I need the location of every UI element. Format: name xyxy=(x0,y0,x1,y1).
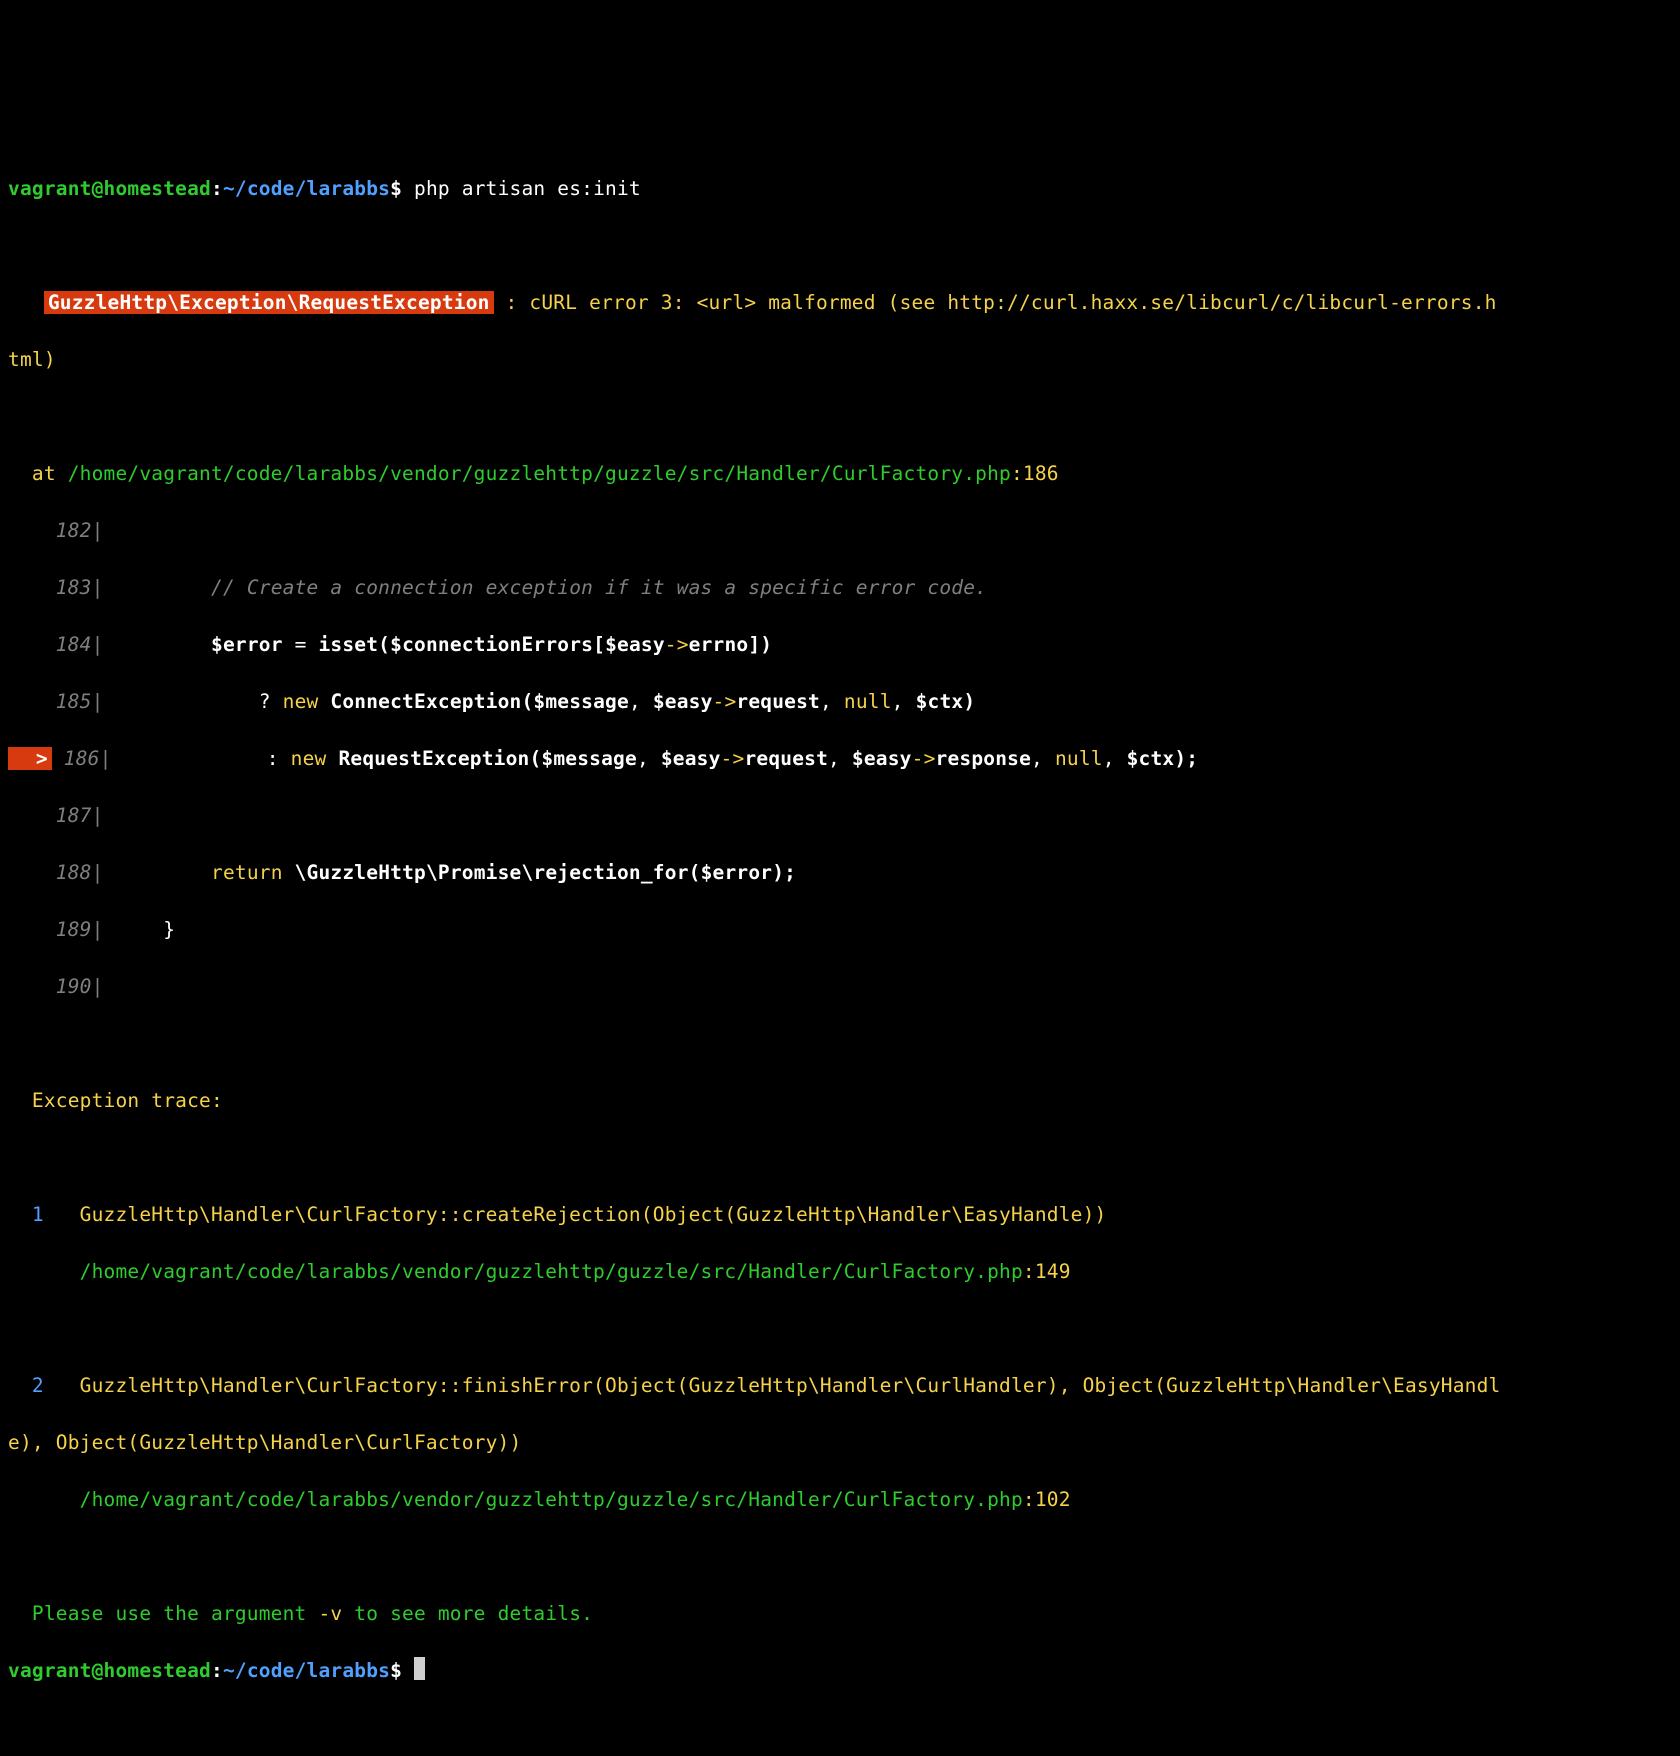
prompt-dollar: $ xyxy=(390,1659,402,1682)
code-line-189: 189| } xyxy=(8,916,1672,945)
exception-message: : cURL error 3: <url> malformed (see htt… xyxy=(494,291,1497,314)
prompt-dollar: $ xyxy=(390,177,402,200)
prompt-path: ~/code/larabbs xyxy=(223,177,390,200)
blank-line xyxy=(8,1144,1672,1173)
at-line-number: 186 xyxy=(1023,462,1059,485)
hint-flag: -v xyxy=(318,1602,342,1625)
blank-line xyxy=(8,232,1672,261)
blank-line xyxy=(8,403,1672,432)
trace-line: 102 xyxy=(1035,1488,1071,1511)
trace-call: GuzzleHttp\Handler\CurlFactory::finishEr… xyxy=(80,1374,1501,1397)
blank-line xyxy=(8,1315,1672,1344)
terminal-output: vagrant@homestead:~/code/larabbs$ php ar… xyxy=(0,143,1680,1723)
blank-line xyxy=(8,1030,1672,1059)
prompt-line-2[interactable]: vagrant@homestead:~/code/larabbs$ xyxy=(8,1657,1672,1686)
current-line-pointer: > xyxy=(8,747,52,770)
trace-file: /home/vagrant/code/larabbs/vendor/guzzle… xyxy=(80,1488,1023,1511)
code-line-184: 184| $error = isset($connectionErrors[$e… xyxy=(8,631,1672,660)
command-text: php artisan es:init xyxy=(402,177,641,200)
trace-entry-1-call: 1 GuzzleHttp\Handler\CurlFactory::create… xyxy=(8,1201,1672,1230)
at-colon: : xyxy=(1011,462,1023,485)
prompt-colon: : xyxy=(211,1659,223,1682)
trace-entry-2-call-b: e), Object(GuzzleHttp\Handler\CurlFactor… xyxy=(8,1429,1672,1458)
trace-entry-1-path: /home/vagrant/code/larabbs/vendor/guzzle… xyxy=(8,1258,1672,1287)
code-line-182: 182| xyxy=(8,517,1672,546)
code-line-190: 190| xyxy=(8,973,1672,1002)
exception-header-line-1: GuzzleHttp\Exception\RequestException : … xyxy=(8,289,1672,318)
trace-entry-2-path: /home/vagrant/code/larabbs/vendor/guzzle… xyxy=(8,1486,1672,1515)
trace-line: 149 xyxy=(1035,1260,1071,1283)
code-line-183: 183| // Create a connection exception if… xyxy=(8,574,1672,603)
trace-index: 2 xyxy=(8,1374,80,1397)
prompt-path: ~/code/larabbs xyxy=(223,1659,390,1682)
prompt-user: vagrant@homestead xyxy=(8,1659,211,1682)
prompt-user: vagrant@homestead xyxy=(8,177,211,200)
prompt-line-1[interactable]: vagrant@homestead:~/code/larabbs$ php ar… xyxy=(8,175,1672,204)
code-line-188: 188| return \GuzzleHttp\Promise\rejectio… xyxy=(8,859,1672,888)
trace-header: Exception trace: xyxy=(8,1087,1672,1116)
at-path: /home/vagrant/code/larabbs/vendor/guzzle… xyxy=(68,462,1011,485)
hint-line: Please use the argument -v to see more d… xyxy=(8,1600,1672,1629)
exception-header-line-2: tml) xyxy=(8,346,1672,375)
exception-class-badge: GuzzleHttp\Exception\RequestException xyxy=(44,291,494,314)
trace-file: /home/vagrant/code/larabbs/vendor/guzzle… xyxy=(80,1260,1023,1283)
cursor-icon xyxy=(414,1657,425,1680)
code-line-187: 187| xyxy=(8,802,1672,831)
prompt-colon: : xyxy=(211,177,223,200)
exception-at-line: at /home/vagrant/code/larabbs/vendor/guz… xyxy=(8,460,1672,489)
trace-entry-2-call-a: 2 GuzzleHttp\Handler\CurlFactory::finish… xyxy=(8,1372,1672,1401)
at-label: at xyxy=(8,462,68,485)
trace-call: GuzzleHttp\Handler\CurlFactory::createRe… xyxy=(80,1203,1107,1226)
code-comment: // Create a connection exception if it w… xyxy=(104,576,988,599)
code-line-186-current: > 186| : new RequestException($message, … xyxy=(8,745,1672,774)
code-line-185: 185| ? new ConnectException($message, $e… xyxy=(8,688,1672,717)
trace-index: 1 xyxy=(8,1203,80,1226)
blank-line xyxy=(8,1543,1672,1572)
